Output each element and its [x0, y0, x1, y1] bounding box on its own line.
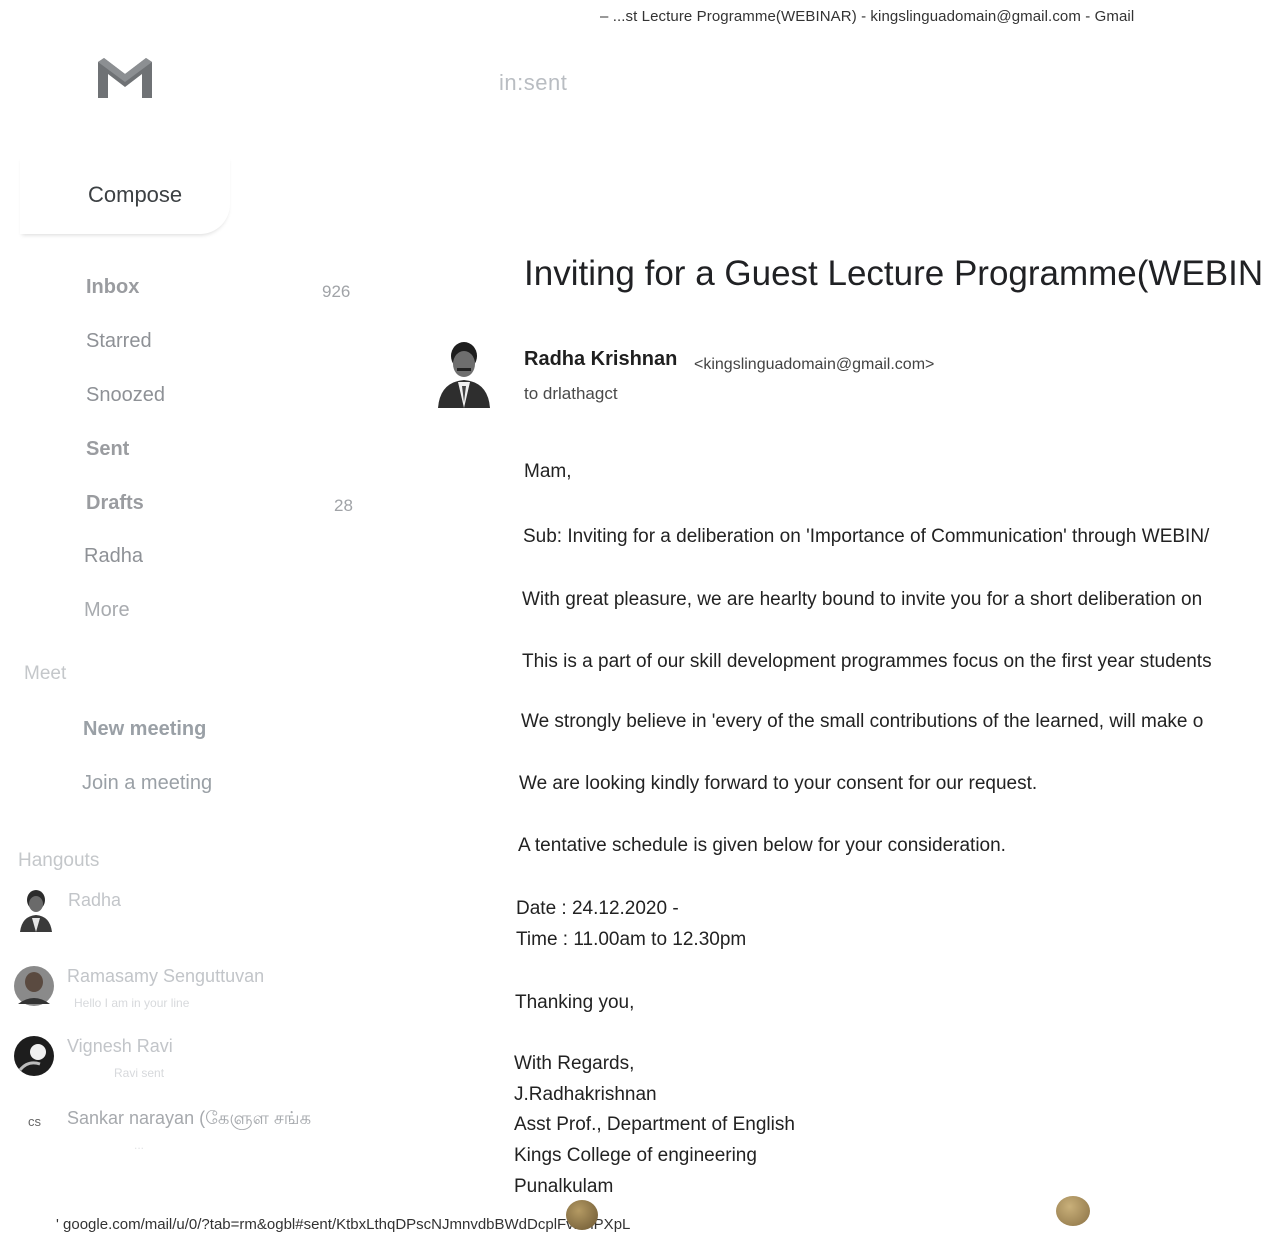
signature-line: With Regards,	[514, 1053, 635, 1074]
sender-avatar[interactable]	[436, 340, 492, 408]
sidebar-item-radha[interactable]: Radha	[84, 545, 143, 568]
avatar	[14, 1036, 54, 1076]
photo-blot	[1056, 1196, 1090, 1226]
sidebar-item-label: Inbox	[86, 276, 140, 298]
meet-heading: Meet	[24, 663, 67, 684]
signature-line: Punalkulam	[514, 1176, 614, 1197]
email-thanks: Thanking you,	[515, 992, 635, 1013]
avatar-initials: cs	[28, 1114, 41, 1129]
sidebar-item-snoozed[interactable]: Snoozed	[86, 384, 165, 407]
email-paragraph: We are looking kindly forward to your co…	[519, 773, 1038, 794]
compose-label: Compose	[88, 182, 183, 207]
sidebar-item-inbox[interactable]: Inbox	[86, 276, 139, 299]
new-meeting-button[interactable]: New meeting	[83, 718, 206, 741]
sidebar-item-drafts[interactable]: Drafts	[86, 492, 144, 515]
hangout-name: Ramasamy Senguttuvan	[67, 966, 265, 986]
sidebar-item-starred[interactable]: Starred	[86, 330, 152, 353]
sidebar-item-label: More	[84, 599, 130, 621]
sender-email: <kingslinguadomain@gmail.com>	[694, 356, 935, 373]
email-paragraph: We strongly believe in 'every of the sma…	[521, 711, 1204, 732]
hangout-status: Ravi sent	[114, 1066, 165, 1080]
email-greeting: Mam,	[524, 461, 572, 482]
sender-name: Radha Krishnan	[524, 348, 678, 370]
join-meeting-button[interactable]: Join a meeting	[82, 772, 212, 795]
gmail-logo[interactable]	[94, 54, 156, 100]
search-input[interactable]: in:sent	[499, 70, 567, 96]
sidebar-item-sent[interactable]: Sent	[86, 438, 129, 461]
window-title: – ...st Lecture Programme(WEBINAR) - kin…	[600, 8, 1135, 25]
schedule-date: Date : 24.12.2020 -	[516, 898, 679, 919]
hangout-name: Sankar narayan (கேளுள சங்க	[67, 1108, 312, 1128]
hangout-name: Vignesh Ravi	[67, 1036, 173, 1056]
avatar	[20, 890, 52, 932]
email-paragraph: A tentative schedule is given below for …	[518, 835, 1006, 856]
signature-line: Asst Prof., Department of English	[514, 1114, 795, 1135]
avatar	[14, 966, 54, 1006]
inbox-count: 926	[322, 282, 351, 301]
sidebar-item-label: Drafts	[86, 492, 144, 514]
signature-line: J.Radhakrishnan	[514, 1084, 657, 1105]
email-subject: Inviting for a Guest Lecture Programme(W…	[524, 254, 1264, 293]
hangout-contact-vignesh[interactable]: Vignesh Ravi Ravi sent	[14, 1034, 374, 1084]
hangout-contact-sankar[interactable]: cs Sankar narayan (கேளுள சங்க ...	[14, 1106, 374, 1156]
sidebar-item-label: Radha	[84, 545, 143, 567]
sidebar-item-label: Starred	[86, 330, 152, 352]
sidebar-item-label: Sent	[86, 438, 130, 460]
hangout-status: Hello I am in your line	[74, 996, 190, 1010]
hangout-contact-ramasamy[interactable]: Ramasamy Senguttuvan Hello I am in your …	[14, 964, 374, 1014]
schedule-time: Time : 11.00am to 12.30pm	[516, 929, 747, 950]
recipient-line[interactable]: to drlathagct	[524, 384, 618, 404]
sidebar-item-label: Snoozed	[86, 384, 165, 406]
email-paragraph: With great pleasure, we are hearlty boun…	[522, 589, 1203, 610]
hangout-contact-radha[interactable]: Radha	[18, 888, 378, 938]
signature-line: Kings College of engineering	[514, 1145, 757, 1166]
compose-button[interactable]: Compose	[20, 156, 230, 234]
photo-blot	[566, 1200, 598, 1230]
sidebar-item-more[interactable]: More	[84, 599, 130, 622]
hangout-status: ...	[134, 1138, 145, 1152]
hangouts-heading: Hangouts	[18, 850, 100, 871]
drafts-count: 28	[334, 496, 353, 515]
email-paragraph: Sub: Inviting for a deliberation on 'Imp…	[523, 526, 1210, 547]
status-bar-url: ' google.com/mail/u/0/?tab=rm&ogbl#sent/…	[56, 1216, 631, 1233]
email-paragraph: This is a part of our skill development …	[522, 651, 1212, 672]
hangout-name: Radha	[68, 890, 122, 910]
